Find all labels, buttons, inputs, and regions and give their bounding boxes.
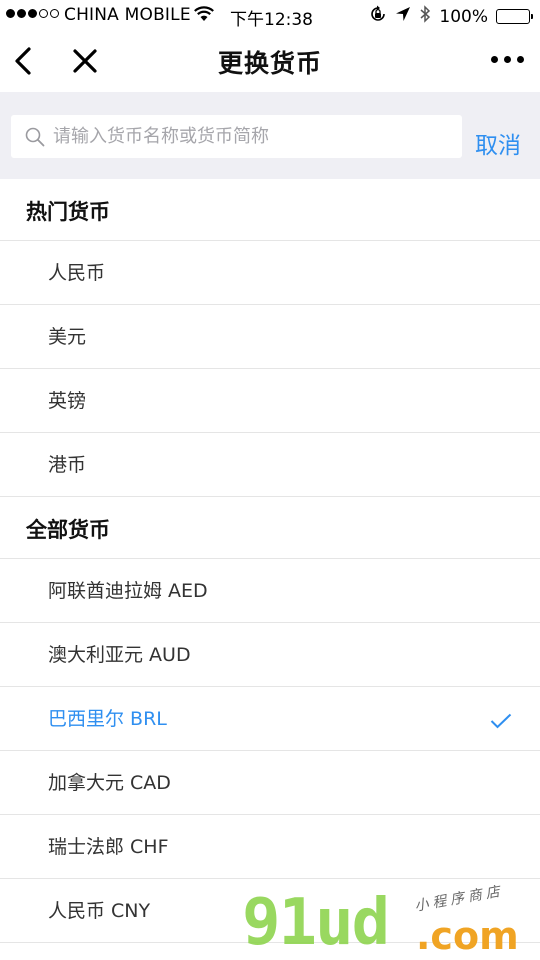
section-header-all: 全部货币: [0, 497, 540, 559]
list-item[interactable]: 加拿大元 CAD: [0, 751, 540, 815]
list-item-label: 澳大利亚元 AUD: [48, 644, 191, 666]
search-box[interactable]: [11, 115, 462, 158]
list-item-label: 阿联酋迪拉姆 AED: [48, 580, 208, 602]
search-input[interactable]: [53, 115, 453, 158]
checkmark-icon: [490, 713, 512, 729]
list-item-label: 巴西里尔 BRL: [48, 708, 167, 730]
search-bar: 取消: [0, 92, 540, 179]
list-item-label: 加拿大元 CAD: [48, 772, 171, 794]
section-header-popular: 热门货币: [0, 179, 540, 241]
cancel-button[interactable]: 取消: [475, 126, 521, 160]
page-title: 更换货币: [217, 49, 322, 78]
battery-percent: 100%: [439, 6, 488, 27]
list-item[interactable]: 瑞士法郎 CHF: [0, 815, 540, 879]
status-time: 下午12:38: [230, 10, 313, 30]
orientation-lock-icon: [369, 5, 387, 28]
list-item[interactable]: 人民币 CNY: [0, 879, 540, 943]
wifi-icon: [193, 6, 215, 27]
carrier-label: CHINA MOBILE: [64, 5, 191, 25]
status-bar: CHINA MOBILE 下午12:38 100%: [0, 0, 540, 30]
navigation-bar: 更换货币: [0, 30, 540, 92]
list-item-selected[interactable]: 巴西里尔 BRL: [0, 687, 540, 751]
list-item[interactable]: 英镑: [0, 369, 540, 433]
location-arrow-icon: [395, 6, 411, 27]
list-item[interactable]: 人民币: [0, 241, 540, 305]
more-options-button[interactable]: [491, 56, 524, 63]
list-item[interactable]: 美元: [0, 305, 540, 369]
battery-icon: [496, 9, 533, 24]
search-icon: [25, 127, 45, 147]
list-item[interactable]: 港币: [0, 433, 540, 497]
bluetooth-icon: [419, 5, 431, 28]
signal-strength-icon: [6, 9, 59, 18]
list-item-label: 人民币 CNY: [48, 900, 151, 922]
list-item[interactable]: 阿联酋迪拉姆 AED: [0, 559, 540, 623]
currency-list: 热门货币 人民币 美元 英镑 港币 全部货币 阿联酋迪拉姆 AED 澳大利亚元 …: [0, 179, 540, 943]
list-item-label: 瑞士法郎 CHF: [48, 836, 169, 858]
list-item[interactable]: 澳大利亚元 AUD: [0, 623, 540, 687]
